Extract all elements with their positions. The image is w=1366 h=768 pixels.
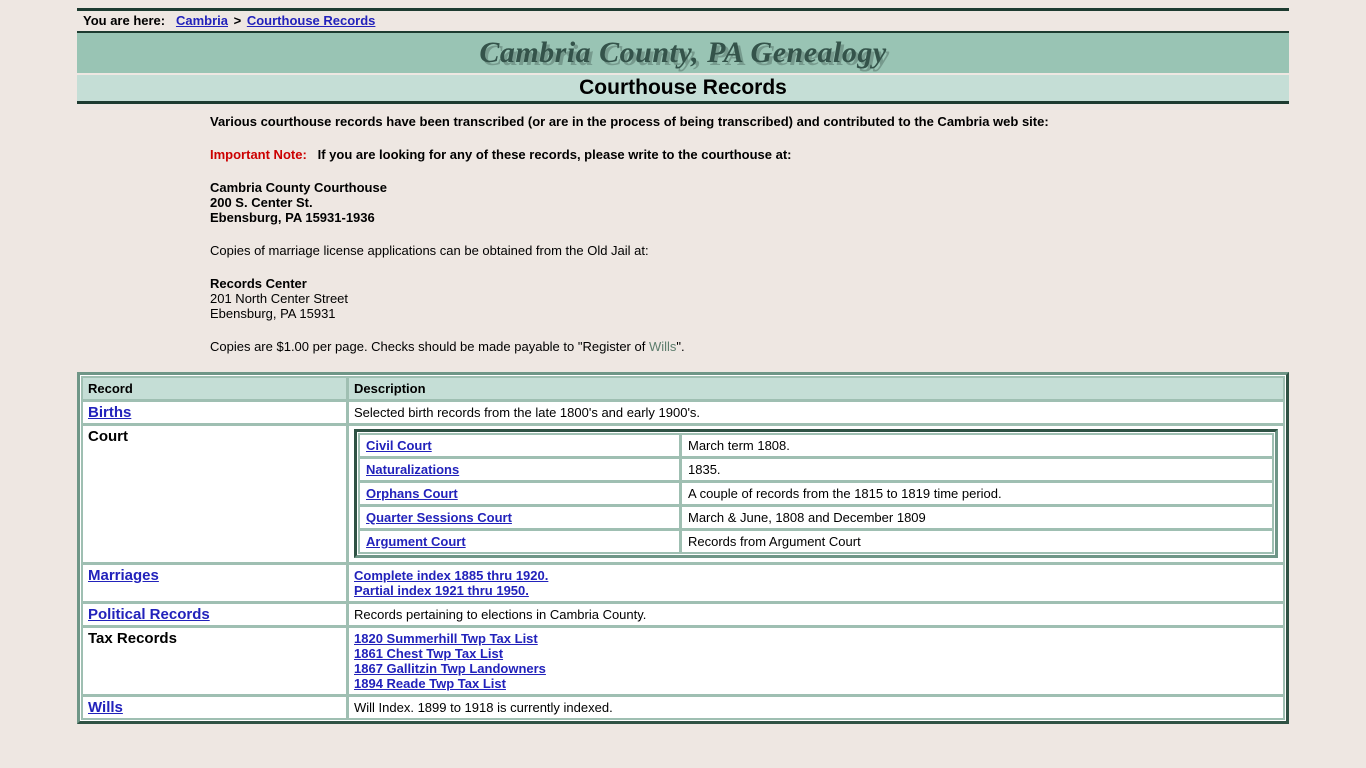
table-row: Tax Records 1820 Summerhill Twp Tax List… (82, 627, 1284, 695)
records-center-address-line-2: Ebensburg, PA 15931 (210, 306, 336, 321)
subrecord-cell-orphans-court: Orphans Court (359, 482, 680, 505)
table-row: Civil Court March term 1808. (359, 434, 1273, 457)
subrecord-cell-quarter-sessions-court: Quarter Sessions Court (359, 506, 680, 529)
description-cell-births: Selected birth records from the late 180… (348, 401, 1284, 424)
tax-link-line: 1820 Summerhill Twp Tax List (354, 631, 1278, 646)
subrecord-cell-civil-court: Civil Court (359, 434, 680, 457)
marriage-license-note: Copies of marriage license applications … (210, 243, 649, 258)
record-cell-political-records: Political Records (82, 603, 347, 626)
description-cell-tax-records: 1820 Summerhill Twp Tax List 1861 Chest … (348, 627, 1284, 695)
page-title: Courthouse Records (579, 76, 787, 99)
table-row: Political Records Records pertaining to … (82, 603, 1284, 626)
table-row: Quarter Sessions Court March & June, 180… (359, 506, 1273, 529)
link-partial-index-1921-1950[interactable]: Partial index 1921 thru 1950. (354, 583, 529, 598)
link-political-records[interactable]: Political Records (88, 606, 210, 623)
breadcrumb-link-cambria[interactable]: Cambria (176, 13, 228, 28)
courthouse-address-line-2: 200 S. Center St. (210, 195, 313, 210)
subdescription-cell-naturalizations: 1835. (681, 458, 1273, 481)
breadcrumb-link-courthouse-records[interactable]: Courthouse Records (247, 13, 376, 28)
court-subtable: Civil Court March term 1808. Naturalizat… (358, 433, 1274, 554)
description-cell-wills: Will Index. 1899 to 1918 is currently in… (348, 696, 1284, 719)
records-center-name: Records Center (210, 276, 307, 291)
link-1867-gallitzin-twp-landowners[interactable]: 1867 Gallitzin Twp Landowners (354, 661, 546, 676)
subdescription-cell-argument-court: Records from Argument Court (681, 530, 1273, 553)
courthouse-address: Cambria County Courthouse 200 S. Center … (210, 180, 1289, 225)
link-1894-reade-twp-tax-list[interactable]: 1894 Reade Twp Tax List (354, 676, 506, 691)
records-center-address-line-1: 201 North Center Street (210, 291, 349, 306)
description-cell-political-records: Records pertaining to elections in Cambr… (348, 603, 1284, 626)
record-cell-births: Births (82, 401, 347, 424)
records-table-frame: Record Description Births Selected birth… (77, 372, 1289, 724)
copies-fee-note-prefix: Copies are $1.00 per page. Checks should… (210, 339, 649, 354)
records-center-address: Records Center 201 North Center Street E… (210, 276, 1289, 321)
courthouse-address-line-3: Ebensburg, PA 15931-1936 (210, 210, 375, 225)
link-civil-court[interactable]: Civil Court (366, 438, 432, 453)
table-row: Naturalizations 1835. (359, 458, 1273, 481)
breadcrumb-separator: > (233, 13, 242, 28)
subrecord-cell-argument-court: Argument Court (359, 530, 680, 553)
table-row: Marriages Complete index 1885 thru 1920.… (82, 564, 1284, 602)
link-1820-summerhill-twp-tax-list[interactable]: 1820 Summerhill Twp Tax List (354, 631, 538, 646)
important-note-paragraph: Important Note: If you are looking for a… (210, 147, 1289, 162)
intro-section: Various courthouse records have been tra… (77, 104, 1289, 354)
description-cell-court: Civil Court March term 1808. Naturalizat… (348, 425, 1284, 563)
description-cell-marriages: Complete index 1885 thru 1920. Partial i… (348, 564, 1284, 602)
site-banner: Cambria County, PA Genealogy (77, 33, 1289, 75)
link-births[interactable]: Births (88, 404, 131, 421)
copies-fee-note-wills: Wills (648, 339, 677, 354)
link-marriages[interactable]: Marriages (88, 567, 159, 584)
subdescription-cell-orphans-court: A couple of records from the 1815 to 181… (681, 482, 1273, 505)
record-cell-marriages: Marriages (82, 564, 347, 602)
courthouse-address-line-1: Cambria County Courthouse (210, 180, 387, 195)
court-subtable-frame: Civil Court March term 1808. Naturalizat… (354, 429, 1278, 558)
table-row: Wills Will Index. 1899 to 1918 is curren… (82, 696, 1284, 719)
table-header-row: Record Description (82, 377, 1284, 400)
link-complete-index-1885-1920[interactable]: Complete index 1885 thru 1920. (354, 568, 548, 583)
tax-link-line: 1867 Gallitzin Twp Landowners (354, 661, 1278, 676)
subdescription-cell-quarter-sessions-court: March & June, 1808 and December 1809 (681, 506, 1273, 529)
table-row: Orphans Court A couple of records from t… (359, 482, 1273, 505)
record-cell-court: Court (82, 425, 347, 563)
breadcrumb-label: You are here: (83, 13, 166, 28)
copies-fee-note-suffix: ". (676, 339, 685, 354)
column-header-record: Record (82, 377, 347, 400)
link-wills[interactable]: Wills (88, 699, 123, 716)
link-1861-chest-twp-tax-list[interactable]: 1861 Chest Twp Tax List (354, 646, 503, 661)
table-row: Argument Court Records from Argument Cou… (359, 530, 1273, 553)
link-orphans-court[interactable]: Orphans Court (366, 486, 458, 501)
subrecord-cell-naturalizations: Naturalizations (359, 458, 680, 481)
table-row: Births Selected birth records from the l… (82, 401, 1284, 424)
record-label-tax-records: Tax Records (88, 630, 177, 647)
table-row: Court Civil Court March term 1808. Natur… (82, 425, 1284, 563)
important-note-text: If you are looking for any of these reco… (317, 147, 792, 162)
record-cell-wills: Wills (82, 696, 347, 719)
column-header-description: Description (348, 377, 1284, 400)
page-title-bar: Courthouse Records (77, 75, 1289, 104)
link-argument-court[interactable]: Argument Court (366, 534, 466, 549)
tax-link-line: 1894 Reade Twp Tax List (354, 676, 1278, 691)
record-cell-tax-records: Tax Records (82, 627, 347, 695)
site-title: Cambria County, PA Genealogy (479, 36, 887, 69)
link-quarter-sessions-court[interactable]: Quarter Sessions Court (366, 510, 512, 525)
marriages-link-line: Complete index 1885 thru 1920. (354, 568, 1278, 583)
intro-paragraph-1: Various courthouse records have been tra… (210, 114, 1049, 129)
breadcrumb: You are here: Cambria > Courthouse Recor… (77, 8, 1289, 33)
link-naturalizations[interactable]: Naturalizations (366, 462, 459, 477)
subdescription-cell-civil-court: March term 1808. (681, 434, 1273, 457)
page-container: You are here: Cambria > Courthouse Recor… (77, 0, 1289, 724)
marriages-link-line: Partial index 1921 thru 1950. (354, 583, 1278, 598)
record-label-court: Court (88, 428, 128, 445)
copies-fee-note: Copies are $1.00 per page. Checks should… (210, 339, 1289, 354)
tax-link-line: 1861 Chest Twp Tax List (354, 646, 1278, 661)
important-note-label: Important Note: (210, 147, 307, 162)
records-table: Record Description Births Selected birth… (81, 376, 1285, 720)
